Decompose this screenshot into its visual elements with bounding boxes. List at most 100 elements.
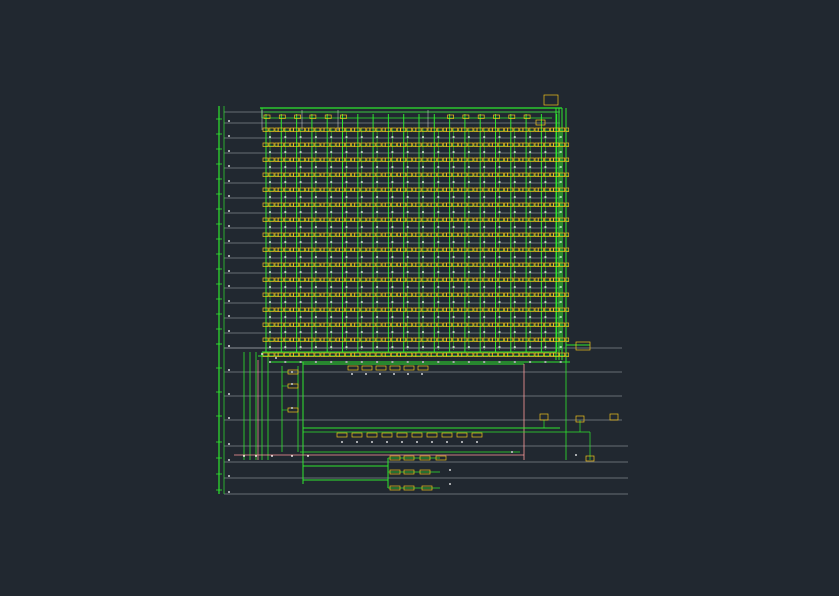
floor-label [228, 240, 230, 242]
fixture-label [513, 151, 516, 153]
fixture-label [345, 361, 348, 363]
fixture-label [529, 166, 532, 168]
fixture-label [559, 361, 562, 363]
fixture-label [386, 441, 388, 443]
fixture-label [269, 136, 271, 138]
fixture-label [391, 196, 394, 198]
fixture-label [559, 196, 562, 198]
fixture-label [406, 286, 409, 288]
tag-box [535, 119, 546, 126]
fixture-label [299, 226, 302, 228]
pipe-network [216, 106, 591, 494]
fixture-label [452, 301, 455, 303]
fixture-label [360, 166, 363, 168]
fixture-label [360, 256, 363, 258]
fixture-label [437, 316, 440, 318]
fixture-label [513, 271, 516, 273]
fixture-label [376, 226, 379, 228]
fixture-label [391, 316, 394, 318]
floor-label [228, 417, 230, 419]
fixture-box [351, 432, 363, 438]
fixture-label [345, 286, 348, 288]
fixture-label [498, 166, 501, 168]
fixture-label [345, 136, 348, 138]
fixture-label [299, 331, 302, 333]
fixture-label [330, 226, 333, 228]
fixture-label [483, 181, 486, 183]
fixture-label [498, 286, 501, 288]
fixture-label [422, 211, 424, 213]
tag-box [575, 341, 591, 351]
fixture-label [376, 286, 379, 288]
fixture-label [269, 211, 271, 213]
fixture-label [544, 361, 547, 363]
fixture-label [559, 151, 562, 153]
fixture-label [467, 346, 470, 348]
floor-label [228, 369, 230, 371]
fixture-label [544, 301, 547, 303]
fixture-label [360, 331, 363, 333]
fixture-label [299, 346, 302, 348]
fixture-label [498, 346, 501, 348]
fixture-label [452, 256, 455, 258]
fixture-label [330, 331, 333, 333]
fixture-label [284, 181, 287, 183]
fixture-label [314, 361, 317, 363]
fixture-label [269, 196, 271, 198]
fixture-label [498, 301, 501, 303]
fixture-label [544, 181, 547, 183]
fixture-label [483, 196, 486, 198]
fixture-label [314, 136, 317, 138]
fixture-label [284, 151, 287, 153]
fixture-label [406, 226, 409, 228]
fixture-label [513, 286, 516, 288]
fixture-label [299, 241, 302, 243]
fixture-label [467, 331, 470, 333]
fixture-label [529, 226, 532, 228]
fixture-box [426, 432, 438, 438]
fixture-label [498, 181, 501, 183]
fixture-label [437, 241, 440, 243]
fixture-label [437, 256, 440, 258]
fixture-label [360, 226, 363, 228]
fixture-label [559, 286, 562, 288]
fixture-label [422, 346, 424, 348]
fixture-label [498, 361, 501, 363]
fixtures [262, 94, 619, 491]
fixture-label [437, 166, 440, 168]
fixture-label [330, 346, 333, 348]
fixture-label [544, 316, 547, 318]
fixture-label [360, 196, 363, 198]
pipe-label [271, 455, 273, 457]
fixture-label [314, 196, 317, 198]
floor-label [228, 459, 230, 461]
fixture-box [456, 432, 468, 438]
fixture-label [379, 373, 381, 375]
fixture-label [314, 211, 317, 213]
fixture-label [422, 151, 424, 153]
fixture-label [356, 441, 358, 443]
fixture-label [437, 331, 440, 333]
fixture-label [284, 301, 287, 303]
fixture-label [314, 181, 317, 183]
fixture-label [498, 331, 501, 333]
fixture-label [391, 211, 394, 213]
fixture-label [299, 301, 302, 303]
fixture-label [483, 301, 486, 303]
fixture-label [422, 361, 424, 363]
fixture-label [391, 166, 394, 168]
fixture-label [529, 346, 532, 348]
fixture-label [452, 346, 455, 348]
fixture-label [269, 271, 271, 273]
fixture-label [467, 166, 470, 168]
fixture-label [544, 331, 547, 333]
fixture-label [314, 166, 317, 168]
fixture-label [391, 181, 394, 183]
fixture-label [483, 271, 486, 273]
floor-label [228, 225, 230, 227]
fixture-label [269, 256, 271, 258]
fixture-label [330, 316, 333, 318]
fixture-label [421, 373, 423, 375]
floor-label [228, 285, 230, 287]
fixture-label [483, 226, 486, 228]
